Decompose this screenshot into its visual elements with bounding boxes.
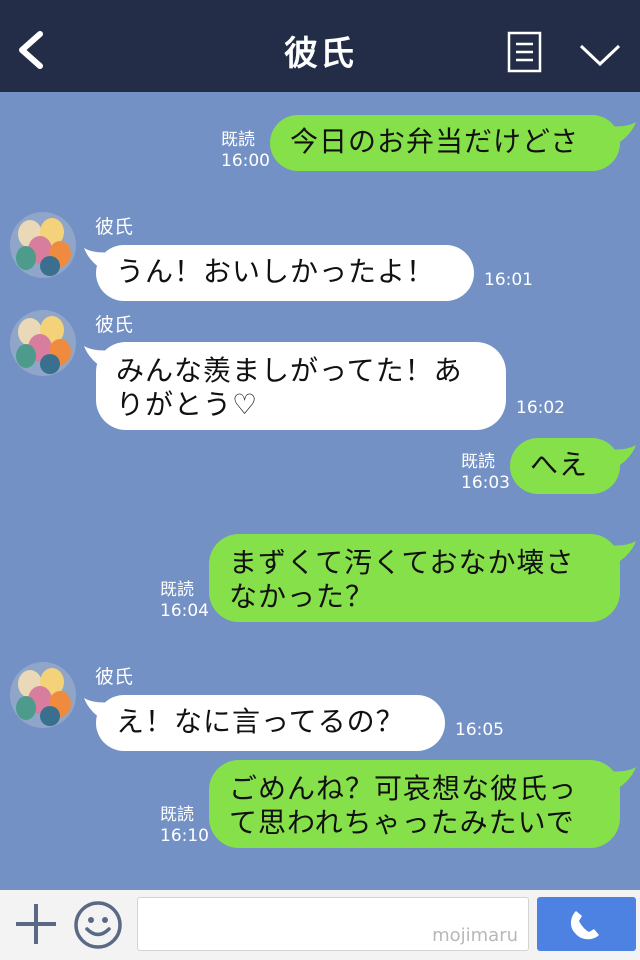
timestamp: 16:02 [516,398,565,418]
sender-name: 彼氏 [95,666,134,688]
timestamp: 16:01 [484,270,533,290]
avatar[interactable] [10,212,76,278]
message-bubble[interactable]: みんな羨ましがってた！あ りがとう♡ [96,342,506,430]
read-receipt: 既読 16:04 [160,580,209,621]
avatar[interactable] [10,662,76,728]
bubble-tail [606,122,636,148]
notes-icon[interactable] [507,31,542,73]
sender-name: 彼氏 [95,314,134,336]
message-bubble[interactable]: へえ [510,438,620,494]
balloons-image [16,218,71,276]
message-bubble[interactable]: まずくて汚くておなか壊さ なかった？ [209,534,620,622]
bubble-tail [606,445,636,471]
bubble-tail [606,767,636,793]
watermark: mojimaru [432,925,518,946]
bubble-tail [606,541,636,567]
message-input[interactable]: mojimaru [137,897,529,951]
sender-name: 彼氏 [95,216,134,238]
message-bubble[interactable]: うん！おいしかったよ！ [96,245,474,301]
read-receipt: 既読 16:10 [160,805,209,846]
chat-title: 彼氏 [284,34,356,74]
plus-icon[interactable] [14,902,58,946]
call-button[interactable] [537,897,636,951]
phone-icon [570,911,599,940]
balloons-image [16,316,71,374]
timestamp: 16:05 [455,720,504,740]
message-bubble[interactable]: え！なに言ってるの？ [96,695,445,751]
read-receipt: 既読 16:03 [461,452,510,493]
message-bubble[interactable]: ごめんね？可哀想な彼氏っ て思われちゃったみたいで [209,760,620,848]
message-bubble[interactable]: 今日のお弁当だけどさ [270,115,620,171]
chat-header: 彼氏 [0,0,640,92]
chevron-down-icon[interactable] [578,42,622,68]
smile-icon[interactable] [73,900,123,950]
read-receipt: 既読 16:00 [221,130,270,171]
avatar[interactable] [10,310,76,376]
balloons-image [16,668,71,726]
